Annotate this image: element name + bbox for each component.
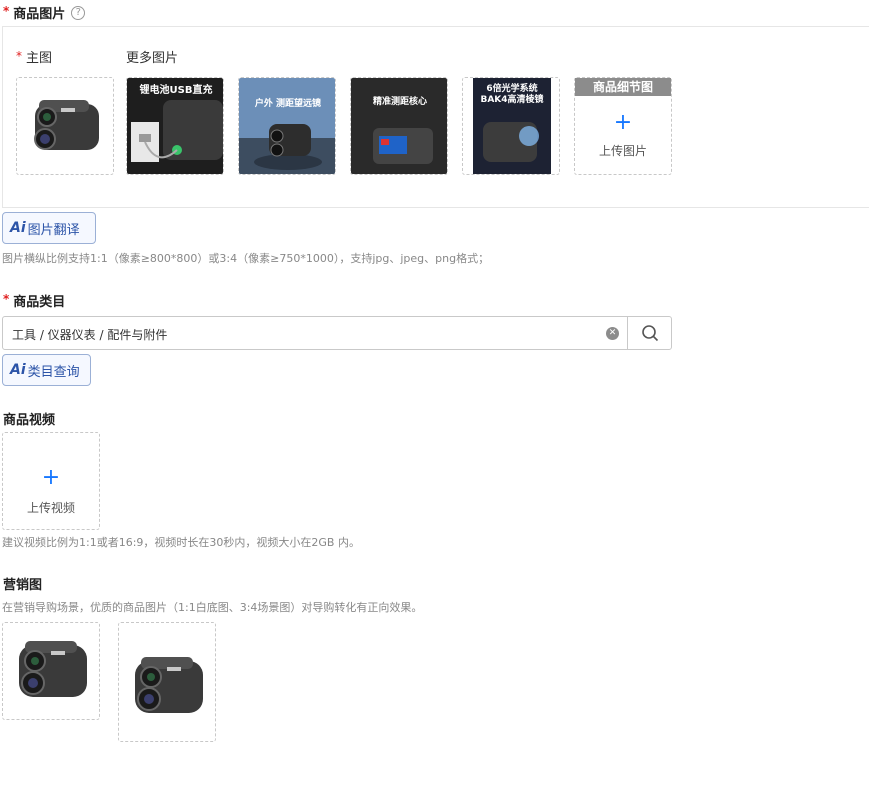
more-image-thumb[interactable]: 6倍光学系统 BAK4高清棱镜 <box>462 77 560 175</box>
plus-icon: + <box>41 465 61 490</box>
rangefinder-image-icon <box>34 100 99 150</box>
thumb-caption: 6倍光学系统 BAK4高清棱镜 <box>480 84 544 105</box>
category-input[interactable]: 工具 / 仪器仪表 / 配件与附件 ✕ <box>2 316 672 350</box>
product-images-title-text: 商品图片 <box>13 7 66 22</box>
image-hint: 图片横纵比例支持1:1（像素≥800*800）或3:4（像素≥750*1000）… <box>2 252 490 265</box>
product-images-title: * 商品图片 ? <box>3 3 86 22</box>
marketing-scene-image[interactable] <box>118 622 216 742</box>
video-upload[interactable]: + 上传视频 <box>2 432 100 530</box>
outdoor-image-icon <box>239 78 335 174</box>
category-value: 工具 / 仪器仪表 / 配件与附件 <box>12 328 168 342</box>
help-icon[interactable]: ? <box>71 5 86 20</box>
ai-category-label: 类目查询 <box>27 364 80 380</box>
search-icon <box>642 325 659 342</box>
ai-category-query-button[interactable]: Ai 类目查询 <box>2 354 91 386</box>
rangefinder-image-icon <box>19 641 87 697</box>
video-hint: 建议视频比例为1:1或者16:9，视频时长在30秒内，视频大小在2GB 内。 <box>2 536 360 549</box>
video-title: 商品视频 <box>3 413 56 428</box>
detail-image-header: 商品细节图 <box>575 78 671 96</box>
precision-image-icon <box>351 78 447 174</box>
marketing-title: 营销图 <box>3 578 43 593</box>
clear-icon[interactable]: ✕ <box>606 327 619 340</box>
more-image-thumb[interactable]: 户外 测距望远镜 <box>238 77 336 175</box>
required-mark: * <box>3 3 10 18</box>
more-image-thumb[interactable]: 锂电池USB直充 <box>126 77 224 175</box>
thumb-caption: 锂电池USB直充 <box>139 85 213 96</box>
marketing-white-image[interactable] <box>2 622 100 720</box>
thumb-caption: 户外 测距望远镜 <box>254 99 322 109</box>
more-images-label: 更多图片 <box>126 51 179 66</box>
main-image-thumb[interactable] <box>16 77 114 175</box>
plus-icon: + <box>613 110 633 135</box>
ai-icon: Ai <box>10 362 26 378</box>
rangefinder-image-icon <box>135 657 203 713</box>
detail-image-upload[interactable]: 商品细节图 + 上传图片 <box>574 77 672 175</box>
ai-image-translate-button[interactable]: Ai 图片翻译 <box>2 212 96 244</box>
more-image-thumb[interactable]: 精准测距核心 <box>350 77 448 175</box>
upload-image-label: 上传图片 <box>598 144 647 158</box>
ai-icon: Ai <box>10 220 26 236</box>
ai-translate-label: 图片翻译 <box>27 222 80 238</box>
thumb-caption: 精准测距核心 <box>372 97 427 107</box>
main-image-label: * 主图 <box>16 49 53 66</box>
category-title: * 商品类目 <box>3 291 66 311</box>
category-search-button[interactable] <box>627 317 673 349</box>
upload-video-label: 上传视频 <box>26 501 75 515</box>
marketing-hint: 在营销导购场景，优质的商品图片（1:1白底图、3:4场景图）对导购转化有正向效果… <box>2 601 423 614</box>
